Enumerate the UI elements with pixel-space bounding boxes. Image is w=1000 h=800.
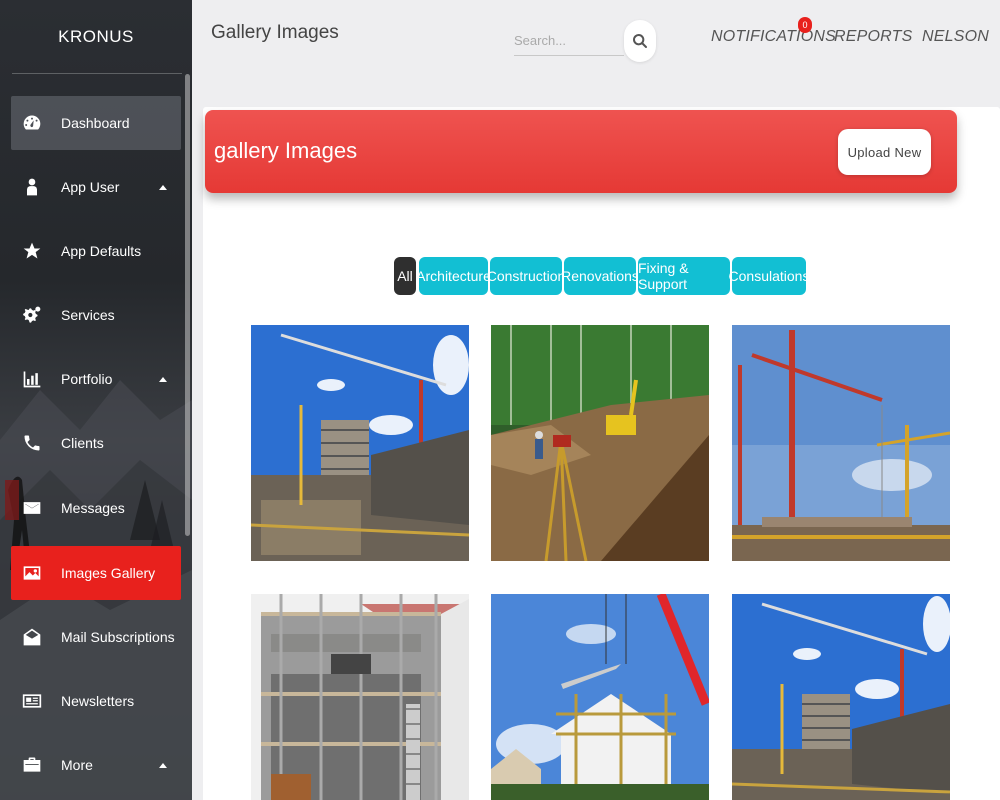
card-title: gallery Images [214, 138, 358, 163]
envelope-open-icon [21, 626, 43, 648]
briefcase-icon [21, 754, 43, 776]
sidebar-item-label: App User [61, 179, 120, 195]
search-input[interactable] [514, 26, 624, 56]
gallery-image[interactable] [732, 325, 950, 561]
upload-new-button[interactable]: Upload New [838, 129, 931, 175]
newspaper-icon [21, 690, 43, 712]
sidebar-item-label: Portfolio [61, 371, 113, 387]
sidebar-item-portfolio[interactable]: Portfolio [11, 352, 181, 406]
sidebar-item-label: Mail Subscriptions [61, 629, 175, 645]
brand-divider [12, 73, 182, 74]
filter-all[interactable]: All [394, 257, 416, 295]
sidebar-item-label: More [61, 757, 93, 773]
sidebar-item-more[interactable]: More [11, 738, 181, 792]
sidebar-item-dashboard[interactable]: Dashboard [11, 96, 181, 150]
gears-icon [21, 304, 43, 326]
sidebar-item-newsletters[interactable]: Newsletters [11, 674, 181, 728]
caret-up-icon [159, 184, 167, 190]
page-title: Gallery Images [211, 22, 339, 43]
sidebar-item-app-defaults[interactable]: App Defaults [11, 224, 181, 278]
sidebar-item-label: App Defaults [61, 243, 142, 259]
filter-construction[interactable]: Construction [487, 257, 565, 295]
sidebar-item-app-user[interactable]: App User [11, 160, 181, 214]
bar-chart-icon [21, 368, 43, 390]
sidebar-item-services[interactable]: Services [11, 288, 181, 342]
sidebar-item-mail-subscriptions[interactable]: Mail Subscriptions [11, 610, 181, 664]
notifications-link[interactable]: NOTIFICATIONS [711, 28, 836, 46]
dashboard-gauge-icon [21, 112, 43, 134]
sidebar-item-label: Newsletters [61, 693, 135, 709]
envelope-icon [21, 497, 43, 519]
gallery-image[interactable] [491, 594, 709, 800]
sidebar-item-clients[interactable]: Clients [11, 416, 181, 470]
sidebar-item-label: Messages [61, 500, 125, 516]
image-icon [21, 562, 43, 584]
gallery-image[interactable] [491, 325, 709, 561]
sidebar-item-messages[interactable]: Messages [11, 481, 181, 535]
filter-fixing-support[interactable]: Fixing & Support [638, 257, 730, 295]
filter-consulations[interactable]: Consulations [729, 257, 809, 295]
user-menu-link[interactable]: NELSON [922, 28, 989, 46]
sidebar-item-images-gallery[interactable]: Images Gallery [11, 546, 181, 600]
sidebar: KRONUS Dashboard App User App Defaults S… [0, 0, 192, 800]
search-button[interactable] [624, 20, 656, 62]
sidebar-item-label: Images Gallery [61, 565, 156, 581]
sidebar-scrollbar[interactable] [185, 74, 190, 536]
gallery-image[interactable] [251, 594, 469, 800]
sidebar-item-label: Clients [61, 435, 104, 451]
sidebar-item-label: Services [61, 307, 115, 323]
gallery-image[interactable] [251, 325, 469, 561]
sidebar-item-label: Dashboard [61, 115, 130, 131]
caret-up-icon [159, 762, 167, 768]
notifications-badge: 0 [798, 17, 812, 33]
filter-architecture[interactable]: Architecture [416, 257, 491, 295]
caret-up-icon [159, 376, 167, 382]
brand-logo[interactable]: KRONUS [0, 27, 192, 47]
star-icon [21, 240, 43, 262]
reports-link[interactable]: REPORTS [834, 28, 912, 46]
search-icon [633, 34, 647, 48]
gallery-image[interactable] [732, 594, 950, 800]
phone-icon [21, 432, 43, 454]
filter-renovations[interactable]: Renovations [561, 257, 639, 295]
user-icon [21, 176, 43, 198]
